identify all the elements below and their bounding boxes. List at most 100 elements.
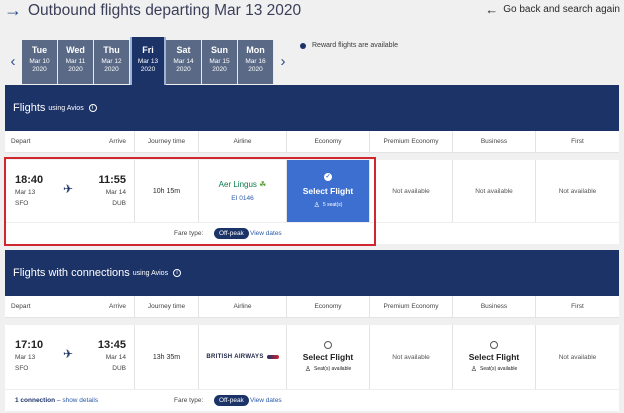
date-tab-mon[interactable]: Mon Mar 16 2020 [238, 40, 274, 84]
seats-info: ♙ Seat(s) available [471, 365, 518, 373]
col-business: Business [453, 296, 536, 317]
airline-cell: BRITISH AIRWAYS [199, 325, 287, 389]
arr-date: Mar 14 [105, 354, 126, 361]
col-premium-economy: Premium Economy [370, 131, 453, 152]
view-dates-link[interactable]: View dates [250, 397, 282, 404]
date-selector: ‹ Tue Mar 10 2020 Wed Mar 11 2020 Thu Mar 12 2… [4, 37, 292, 87]
col-economy: Economy [287, 131, 370, 152]
date-tab-date: Mar 12 2020 [101, 58, 122, 73]
speedmarque-icon [266, 355, 279, 359]
col-depart: Depart [11, 303, 31, 310]
date-tab-day: Tue [31, 45, 48, 55]
col-arrive: Arrive [109, 303, 126, 310]
arrow-right-icon: → [4, 0, 22, 20]
select-flight-label: Select Flight [468, 352, 520, 362]
business-select-option[interactable]: Select Flight ♙ Seat(s) available [453, 325, 536, 389]
date-tab-date: Mar 16 2020 [245, 58, 266, 73]
section-direct-flights: Flights using Avios i Depart Arrive Journ… [5, 85, 619, 153]
dep-date: Mar 13 [15, 354, 36, 361]
reward-legend: Reward flights are available [300, 42, 398, 49]
plane-icon: ✈ [63, 347, 74, 361]
seat-icon: ♙ [304, 366, 312, 373]
date-tab-date: Mar 15 2020 [209, 58, 230, 73]
first-cell: Not available [558, 187, 597, 195]
date-tab-date: Mar 14 2020 [173, 58, 194, 73]
go-back-label: Go back and search again [503, 4, 620, 15]
connections-info: 1 connection – show details [15, 397, 99, 404]
fare-type-label: Fare type: [174, 397, 204, 404]
chevron-left-icon[interactable]: ‹ [4, 37, 22, 85]
arr-time: 13:45 [97, 339, 126, 351]
date-tab-day: Mon [246, 45, 265, 55]
top-bar: → Outbound flights departing Mar 13 2020… [0, 0, 624, 28]
page-title: → Outbound flights departing Mar 13 2020 [4, 0, 301, 21]
col-depart-arrive: Depart Arrive [5, 296, 135, 317]
seats-label: Seat(s) available [480, 366, 518, 372]
date-tab-tue[interactable]: Tue Mar 10 2020 [22, 40, 58, 84]
show-details-link[interactable]: show details [62, 397, 98, 404]
premium-economy-cell: Not available [370, 325, 453, 389]
date-tab-wed[interactable]: Wed Mar 11 2020 [58, 40, 94, 84]
info-icon[interactable]: i [88, 104, 97, 112]
date-tab-day: Wed [66, 45, 85, 55]
seats-info: ♙ Seat(s) available [305, 365, 352, 373]
arr-airport: DUB [112, 365, 126, 372]
col-business: Business [453, 131, 536, 152]
radio-icon[interactable] [324, 341, 332, 349]
fare-type-badge: Off-peak [214, 395, 249, 406]
airline-name: BRITISH AIRWAYS [206, 354, 264, 360]
dep-airport: SFO [15, 365, 29, 372]
date-tab-day: Fri [142, 45, 154, 55]
date-tab-date: Mar 11 2020 [65, 58, 86, 73]
date-tab-sun[interactable]: Sun Mar 15 2020 [202, 40, 238, 84]
date-tab-day: Thu [103, 45, 120, 55]
seats-label: Seat(s) available [314, 366, 352, 372]
col-arrive: Arrive [109, 138, 126, 145]
date-tab-date: Mar 10 2020 [29, 58, 50, 73]
reward-note: Reward flights are available [312, 42, 398, 49]
section-header: Flights with connections using Avios i [5, 250, 619, 296]
date-tabs: Tue Mar 10 2020 Wed Mar 11 2020 Thu Mar 12 202… [22, 37, 274, 85]
business-cell: Not available [453, 160, 536, 222]
radio-icon[interactable] [490, 341, 498, 349]
chevron-right-icon[interactable]: › [274, 37, 292, 85]
flight-times: 17:10 Mar 13 SFO ✈ 13:45 Mar 14 DUB [5, 325, 135, 389]
col-depart-arrive: Depart Arrive [5, 131, 135, 152]
reward-dot-icon [300, 42, 306, 49]
airline-logo: BRITISH AIRWAYS [206, 354, 279, 360]
section-connecting-flights: Flights with connections using Avios i D… [5, 250, 619, 318]
section-suffix: using Avios [48, 104, 84, 112]
col-first: First [571, 303, 584, 310]
section-title: Flights [13, 102, 46, 114]
dep-time: 17:10 [15, 339, 44, 351]
connections-count: 1 connection [15, 397, 56, 404]
column-headers: Depart Arrive Journey time Airline Econom… [5, 296, 619, 318]
arrow-left-icon: ← [485, 2, 499, 17]
economy-select-option[interactable]: Select Flight ♙ Seat(s) available [287, 325, 370, 389]
date-tab-sat[interactable]: Sat Mar 14 2020 [166, 40, 202, 84]
first-cell: Not available [558, 353, 597, 361]
journey-time: 13h 35m [135, 325, 199, 389]
col-economy: Economy [287, 296, 370, 317]
section-header: Flights using Avios i [5, 85, 619, 131]
select-flight-label: Select Flight [302, 352, 354, 362]
info-icon[interactable]: i [173, 269, 182, 277]
col-depart: Depart [11, 138, 31, 145]
selected-flight-highlight [4, 157, 376, 246]
date-tab-day: Sun [211, 45, 228, 55]
page-title-text: Outbound flights departing Mar 13 2020 [28, 1, 302, 19]
go-back-link[interactable]: ← Go back and search again [485, 2, 620, 17]
fare-bar: 1 connection – show details Fare type: O… [5, 389, 619, 411]
seat-icon: ♙ [470, 366, 478, 373]
column-headers: Depart Arrive Journey time Airline Econom… [5, 131, 619, 153]
col-airline: Airline [199, 131, 287, 152]
date-tab-thu[interactable]: Thu Mar 12 2020 [94, 40, 130, 84]
date-tab-day: Sat [176, 45, 191, 55]
col-first: First [571, 138, 584, 145]
col-premium-economy: Premium Economy [370, 296, 453, 317]
flight-row: 17:10 Mar 13 SFO ✈ 13:45 Mar 14 DUB 13h … [5, 325, 619, 389]
col-journey-time: Journey time [135, 131, 199, 152]
section-suffix: using Avios [132, 269, 169, 277]
section-title: Flights with connections [13, 267, 130, 279]
date-tab-fri[interactable]: Fri Mar 13 2020 [130, 37, 166, 85]
